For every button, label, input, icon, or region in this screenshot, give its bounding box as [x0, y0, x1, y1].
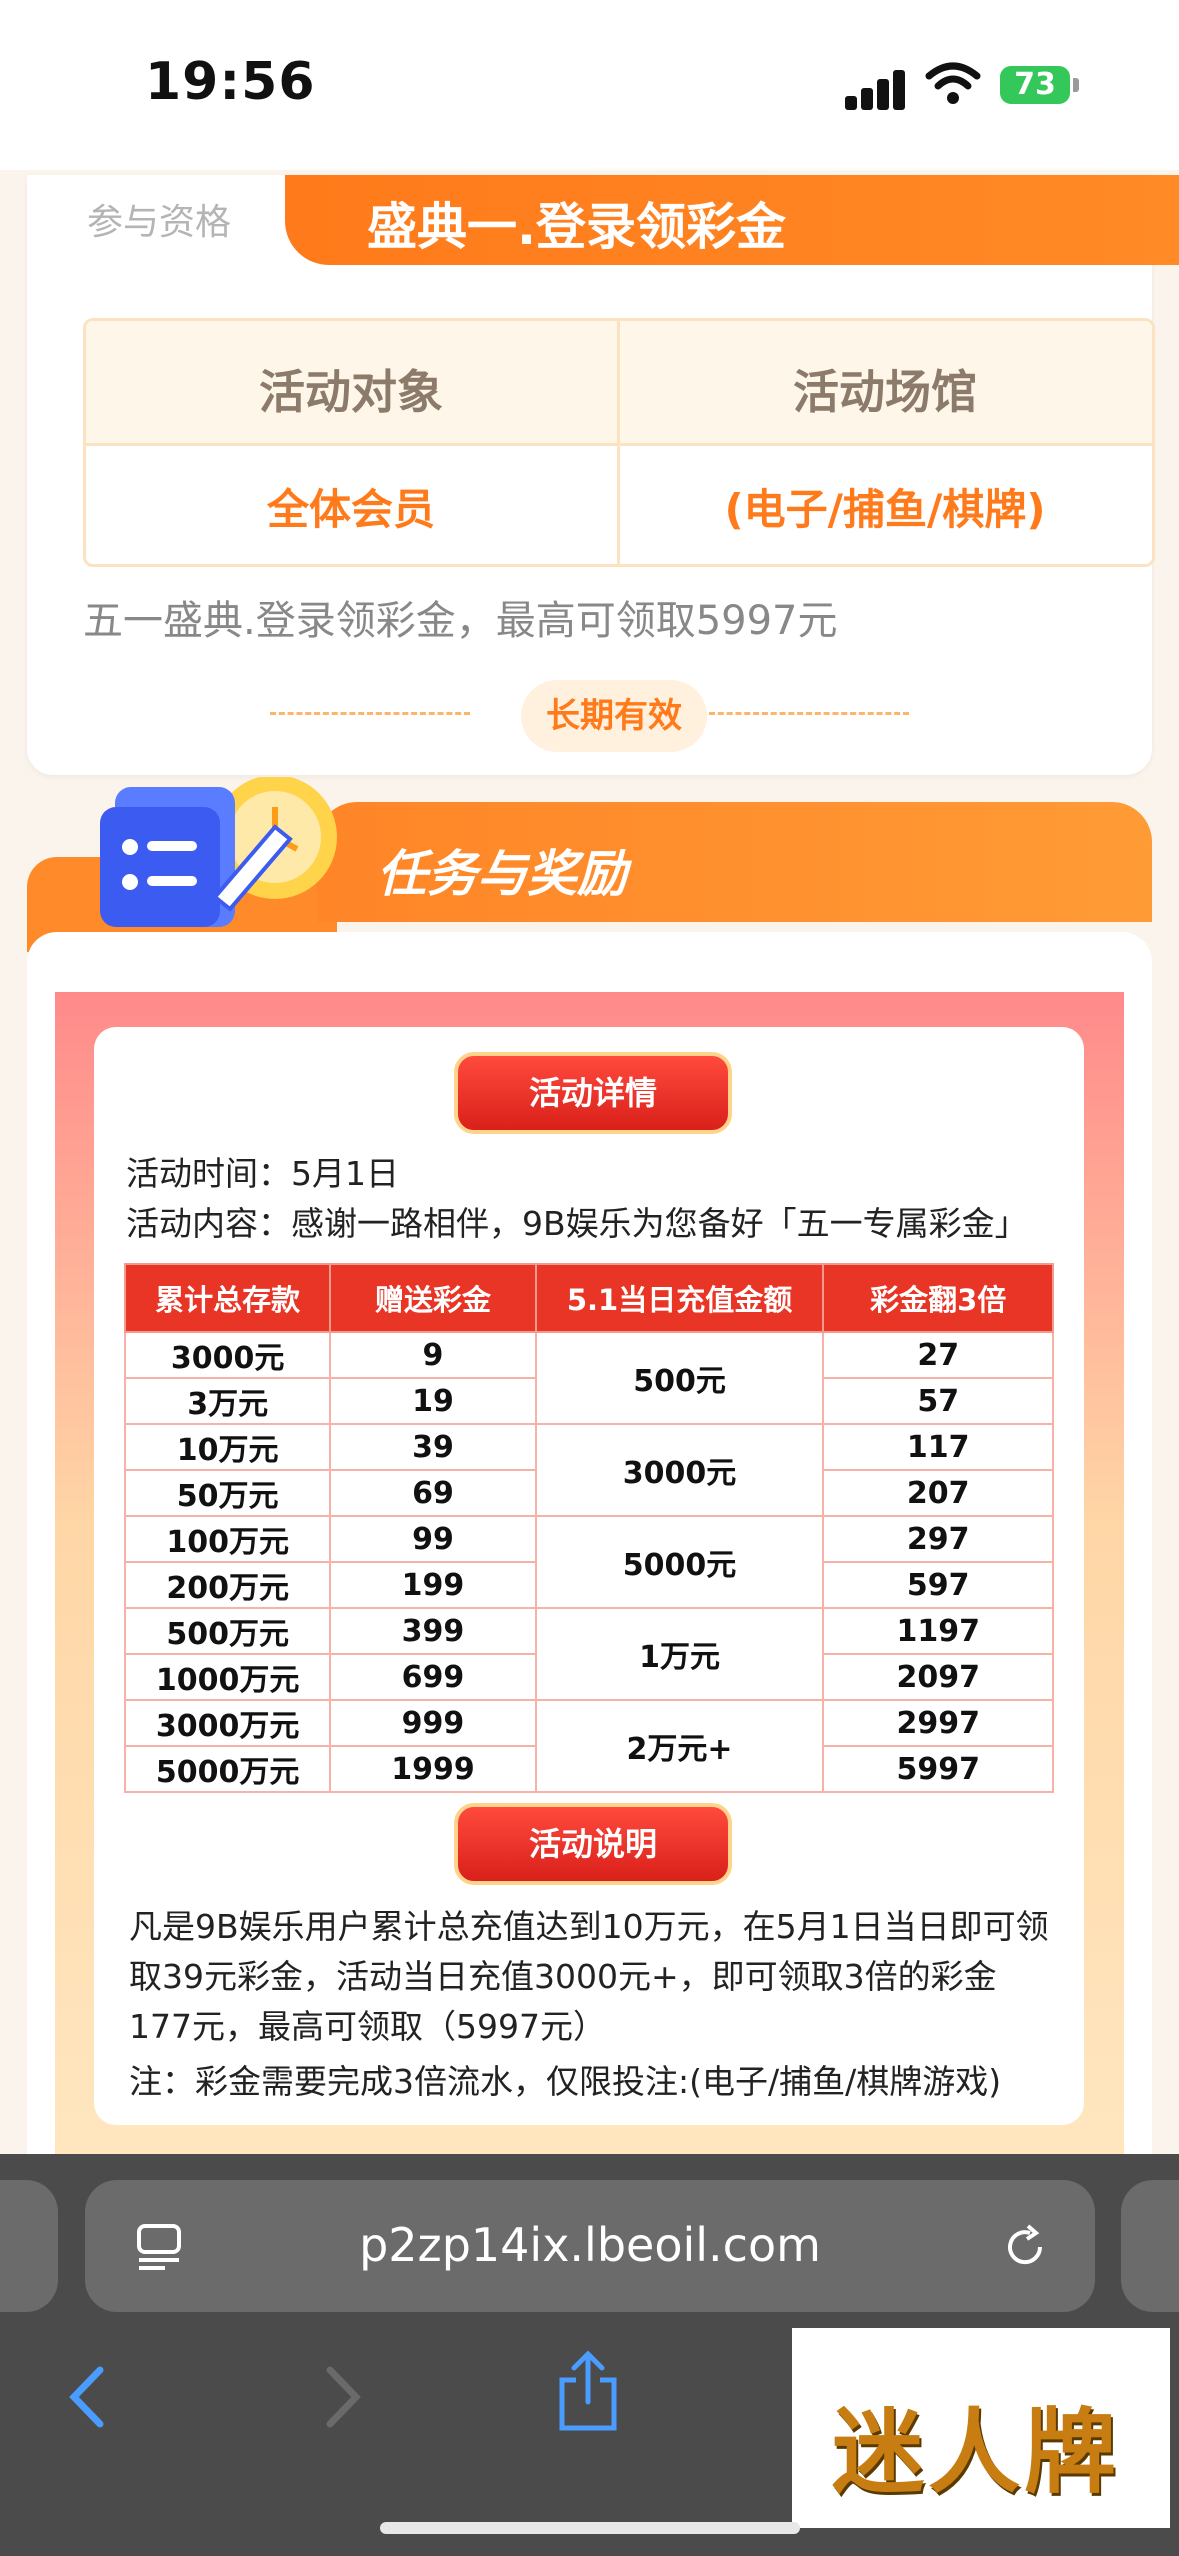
share-icon[interactable]	[556, 2350, 620, 2434]
browser-toolbar: p2zp14ix.lbeoil.com 迷人牌	[0, 2154, 1179, 2556]
recharge-cell: 1万元	[534, 1607, 825, 1701]
value-target: 全体会员	[266, 485, 435, 534]
bonus-cell: 69	[329, 1469, 537, 1517]
bonus-cell: 9	[329, 1331, 537, 1379]
table-row: 10万元 39 3000元 117	[123, 1423, 1054, 1517]
deposit-cell: 3万元	[123, 1377, 332, 1425]
page-content: 参与资格 盛典一.登录领彩金 活动对象 活动场馆 全体会员 (电子/捕鱼/棋牌)…	[0, 170, 1179, 2172]
note-text: 注：彩金需要完成3倍流水，仅限投注:(电子/捕鱼/棋牌游戏)	[129, 2062, 1002, 2101]
event-title: 盛典一.登录领彩金	[367, 198, 786, 256]
recharge-cell: 500元	[534, 1331, 825, 1425]
home-indicator[interactable]	[380, 2522, 800, 2534]
battery-tip	[1073, 78, 1079, 92]
back-icon[interactable]	[62, 2362, 112, 2432]
triple-cell: 207	[822, 1469, 1054, 1517]
bonus-cell: 19	[329, 1377, 537, 1425]
triple-cell: 2097	[822, 1653, 1054, 1701]
triple-cell: 5997	[822, 1745, 1054, 1793]
value-venue: (电子/捕鱼/棋牌)	[724, 485, 1046, 534]
divider-right	[709, 712, 909, 715]
promo-panel: 活动详情 活动时间：5月1日 活动内容：感谢一路相伴，9B娱乐为您备好「五一专属…	[94, 1027, 1084, 2125]
tab-eligibility[interactable]: 参与资格	[87, 193, 231, 245]
previous-tab-preview[interactable]	[0, 2180, 58, 2312]
promo-poster: 活动详情 活动时间：5月1日 活动内容：感谢一路相伴，9B娱乐为您备好「五一专属…	[55, 992, 1124, 2172]
bonus-cell: 1999	[329, 1745, 537, 1793]
activity-time: 活动时间：5月1日	[126, 1154, 399, 1193]
recharge-cell: 2万元+	[534, 1699, 825, 1793]
activity-content: 活动内容：感谢一路相伴，9B娱乐为您备好「五一专属彩金」	[126, 1204, 1028, 1243]
triple-cell: 1197	[822, 1607, 1054, 1655]
triple-cell: 27	[822, 1331, 1054, 1379]
eligibility-card: 参与资格 盛典一.登录领彩金 活动对象 活动场馆 全体会员 (电子/捕鱼/棋牌)…	[27, 175, 1179, 775]
deposit-cell: 50万元	[123, 1469, 332, 1517]
task-banner-bar: 任务与奖励	[317, 802, 1152, 922]
bonus-cell: 39	[329, 1423, 537, 1471]
deposit-cell: 3000元	[123, 1331, 332, 1379]
deposit-cell: 3000万元	[123, 1699, 332, 1747]
deposit-cell: 1000万元	[123, 1653, 332, 1701]
validity-badge: 长期有效	[521, 680, 707, 752]
status-bar: 19:56 73	[0, 0, 1179, 170]
task-title: 任务与奖励	[377, 845, 627, 903]
eligibility-table: 活动对象 活动场馆 全体会员 (电子/捕鱼/棋牌)	[83, 318, 1155, 567]
explain-text: 凡是9B娱乐用户累计总充值达到10万元，在5月1日当日即可领取39元彩金，活动当…	[129, 1907, 1049, 2046]
battery-indicator: 73	[1000, 66, 1070, 104]
triple-cell: 117	[822, 1423, 1054, 1471]
triple-cell: 597	[822, 1561, 1054, 1609]
header-venue: 活动场馆	[793, 365, 977, 419]
reload-icon[interactable]	[1000, 2222, 1050, 2272]
event-description: 五一盛典.登录领彩金，最高可领取5997元	[83, 598, 838, 644]
col-triple: 彩金翻3倍	[822, 1263, 1054, 1333]
clock: 19:56	[145, 52, 316, 112]
forward-icon[interactable]	[318, 2362, 368, 2432]
address-bar[interactable]: p2zp14ix.lbeoil.com	[85, 2180, 1095, 2312]
table-row: 100万元 99 5000元 297	[123, 1515, 1054, 1609]
divider-left	[270, 712, 470, 715]
bonus-cell: 199	[329, 1561, 537, 1609]
details-ribbon: 活动详情	[454, 1052, 732, 1134]
reward-table: 累计总存款 赠送彩金 5.1当日充值金额 彩金翻3倍 3000元 9 500元 …	[123, 1263, 1054, 1793]
col-recharge: 5.1当日充值金额	[534, 1263, 825, 1333]
recharge-cell: 5000元	[534, 1515, 825, 1609]
table-divider	[617, 321, 620, 564]
watermark-text: 迷人牌	[832, 2399, 1121, 2506]
bonus-cell: 399	[329, 1607, 537, 1655]
deposit-cell: 10万元	[123, 1423, 332, 1471]
url-text[interactable]: p2zp14ix.lbeoil.com	[85, 2218, 1095, 2272]
cellular-signal-icon	[845, 68, 907, 110]
watermark-logo: 迷人牌	[792, 2328, 1170, 2528]
next-tab-preview[interactable]	[1121, 2180, 1179, 2312]
event-banner: 盛典一.登录领彩金	[285, 175, 1179, 265]
explain-ribbon: 活动说明	[454, 1803, 732, 1885]
task-clipboard-icon	[100, 777, 337, 927]
deposit-cell: 500万元	[123, 1607, 332, 1655]
col-bonus: 赠送彩金	[329, 1263, 537, 1333]
triple-cell: 57	[822, 1377, 1054, 1425]
triple-cell: 297	[822, 1515, 1054, 1563]
triple-cell: 2997	[822, 1699, 1054, 1747]
col-deposit: 累计总存款	[123, 1263, 332, 1333]
deposit-cell: 100万元	[123, 1515, 332, 1563]
deposit-cell: 200万元	[123, 1561, 332, 1609]
table-row: 500万元 399 1万元 1197	[123, 1607, 1054, 1701]
deposit-cell: 5000万元	[123, 1745, 332, 1793]
reward-table-header: 累计总存款 赠送彩金 5.1当日充值金额 彩金翻3倍	[123, 1263, 1054, 1333]
recharge-cell: 3000元	[534, 1423, 825, 1517]
header-target: 活动对象	[259, 365, 443, 419]
table-row: 3000元 9 500元 27	[123, 1331, 1054, 1425]
task-card: 活动详情 活动时间：5月1日 活动内容：感谢一路相伴，9B娱乐为您备好「五一专属…	[27, 932, 1152, 2172]
bonus-cell: 699	[329, 1653, 537, 1701]
wifi-icon	[925, 62, 981, 104]
table-row: 3000万元 999 2万元+ 2997	[123, 1699, 1054, 1793]
bonus-cell: 999	[329, 1699, 537, 1747]
task-banner: 任务与奖励	[27, 777, 1152, 952]
bonus-cell: 99	[329, 1515, 537, 1563]
